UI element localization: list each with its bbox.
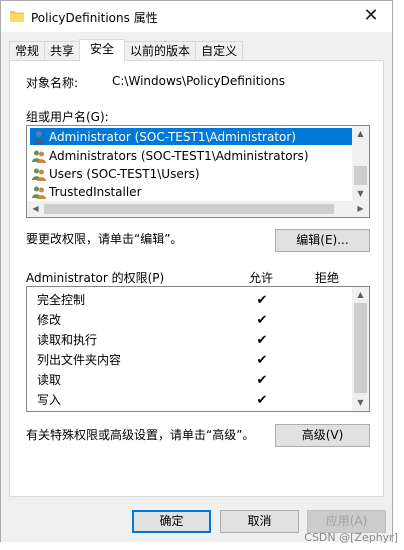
folder-icon [10, 11, 24, 22]
properties-dialog: PolicyDefinitions 属性 ✕ 常规 共享 安全 以前的版本 自定… [0, 0, 393, 542]
scroll-thumb[interactable] [354, 303, 367, 393]
user-icon [33, 130, 45, 144]
scroll-down-icon[interactable]: ▼ [352, 188, 369, 200]
tab-security[interactable]: 安全 [79, 39, 126, 61]
permissions-header: Administrator 的权限(P) [26, 271, 165, 285]
close-icon[interactable]: ✕ [360, 5, 382, 27]
watermark: CSDN @[Zephyr] [304, 531, 398, 544]
list-item-administrator[interactable]: Administrator (SOC-TEST1\Administrator) [30, 128, 353, 145]
allow-check-icon: ✔ [256, 353, 268, 368]
object-name-label: 对象名称: [26, 76, 79, 90]
list-item-users[interactable]: Users (SOC-TEST1\Users) [30, 165, 200, 182]
groups-listbox[interactable]: Administrator (SOC-TEST1\Administrator) … [26, 125, 370, 218]
permission-row: 完全控制 [37, 293, 86, 307]
tab-sharing[interactable]: 共享 [44, 41, 81, 61]
allow-check-icon: ✔ [256, 313, 268, 328]
advanced-hint: 有关特殊权限或高级设置，请单击“高级”。 [26, 428, 255, 442]
scroll-up-icon[interactable]: ▲ [352, 128, 369, 140]
permissions-vertical-scrollbar[interactable]: ▲ ▼ [352, 287, 369, 411]
cancel-button[interactable]: 取消 [220, 510, 299, 533]
allow-header: 允许 [249, 271, 274, 285]
object-name-value: C:\Windows\PolicyDefinitions [112, 74, 285, 88]
tab-strip: 常规 共享 安全 以前的版本 自定义 [9, 39, 244, 61]
scroll-left-icon[interactable]: ◀ [27, 203, 44, 215]
tab-previous-versions[interactable]: 以前的版本 [124, 41, 197, 61]
deny-header: 拒绝 [315, 271, 340, 285]
list-item-label: Users (SOC-TEST1\Users) [49, 166, 200, 181]
permissions-list[interactable]: 完全控制 ✔ 修改 ✔ 读取和执行 ✔ 列出文件夹内容 ✔ 读取 ✔ 写入 ✔ … [26, 286, 370, 412]
group-icon [32, 186, 46, 199]
scroll-right-icon[interactable]: ▶ [352, 203, 369, 215]
window-title: PolicyDefinitions 属性 [31, 11, 158, 25]
scroll-thumb[interactable] [44, 204, 334, 214]
allow-check-icon: ✔ [256, 293, 268, 308]
allow-check-icon: ✔ [256, 333, 268, 348]
scroll-up-icon[interactable]: ▲ [352, 289, 369, 301]
permission-row: 读取和执行 [37, 333, 98, 347]
allow-check-icon: ✔ [256, 393, 268, 408]
advanced-button[interactable]: 高级(V) [275, 424, 370, 447]
permission-row: 写入 [37, 393, 62, 407]
group-icon [32, 150, 46, 163]
apply-button[interactable]: 应用(A) [307, 510, 386, 533]
list-item-label: TrustedInstaller [49, 184, 142, 199]
groups-label: 组或用户名(G): [26, 110, 109, 124]
list-item-label: Administrators (SOC-TEST1\Administrators… [49, 148, 309, 163]
scroll-thumb[interactable] [354, 166, 367, 185]
list-item-trustedinstaller[interactable]: TrustedInstaller [30, 183, 142, 200]
permission-row: 列出文件夹内容 [37, 353, 122, 367]
allow-check-icon: ✔ [256, 373, 268, 388]
scroll-down-icon[interactable]: ▼ [352, 397, 369, 409]
group-icon [32, 168, 46, 181]
groups-vertical-scrollbar[interactable]: ▲ ▼ [352, 126, 369, 202]
edit-button[interactable]: 编辑(E)... [275, 229, 370, 252]
permission-row: 修改 [37, 313, 62, 327]
edit-hint: 要更改权限，请单击“编辑”。 [26, 232, 183, 246]
list-item-administrators[interactable]: Administrators (SOC-TEST1\Administrators… [30, 147, 309, 164]
list-item-label: Administrator (SOC-TEST1\Administrator) [49, 129, 296, 144]
tab-general[interactable]: 常规 [9, 41, 46, 61]
tab-customize[interactable]: 自定义 [195, 41, 244, 61]
groups-horizontal-scrollbar[interactable]: ◀ ▶ [27, 201, 369, 217]
permission-row: 读取 [37, 373, 62, 387]
ok-button[interactable]: 确定 [132, 510, 211, 533]
title-bar[interactable]: PolicyDefinitions 属性 ✕ [1, 1, 392, 32]
